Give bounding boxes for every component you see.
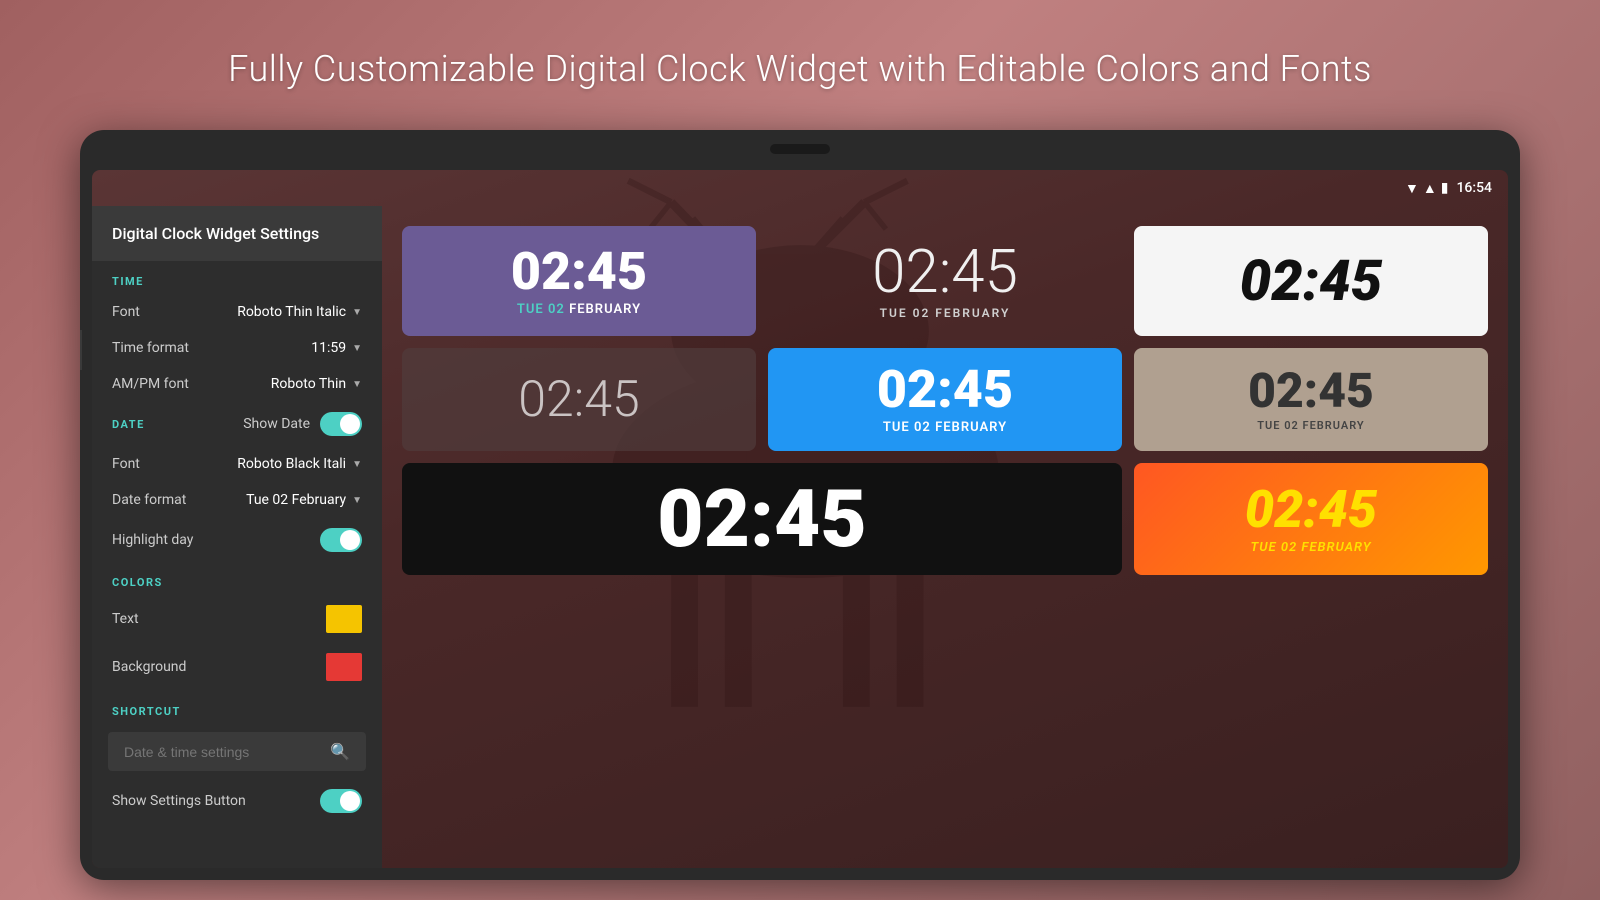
time-format-value[interactable]: 11:59 ▼ [311, 340, 362, 356]
tablet-side-button [80, 330, 82, 370]
date-font-arrow: ▼ [352, 459, 362, 470]
time-section-header: TIME [92, 261, 382, 294]
status-bar: ▼ ▲ ▮ 16:54 [1405, 170, 1508, 206]
font-row: Font Roboto Thin Italic ▼ [92, 294, 382, 330]
shortcut-search-row[interactable]: 🔍 [108, 732, 366, 771]
time-format-row: Time format 11:59 ▼ [92, 330, 382, 366]
text-color-swatch[interactable] [326, 605, 362, 633]
widget-white[interactable]: 02:45 [1134, 226, 1488, 336]
tablet-screen: ▼ ▲ ▮ 16:54 Digital Clock Widget Setting… [92, 170, 1508, 868]
time-format-arrow: ▼ [352, 343, 362, 354]
widget-purple[interactable]: 02:45 TUE 02 FEBRUARY [402, 226, 756, 336]
widget-semi-dark-time: 02:45 [518, 375, 639, 425]
tablet-camera [770, 144, 830, 154]
headline: Fully Customizable Digital Clock Widget … [0, 48, 1600, 90]
widget-plain-dark[interactable]: 02:45 TUE 02 FEBRUARY [768, 226, 1122, 336]
widget-black-large-time: 02:45 [657, 479, 867, 559]
widget-red-date: TUE 02 FEBRUARY [1250, 540, 1371, 555]
widget-blue-time: 02:45 [877, 364, 1013, 416]
status-icons: ▼ ▲ ▮ [1405, 180, 1448, 197]
widget-plain-dark-time: 02:45 [872, 242, 1018, 302]
widget-purple-date: TUE 02 FEBRUARY [517, 302, 641, 317]
wifi-icon: ▼ [1405, 180, 1419, 197]
widget-white-time: 02:45 [1240, 253, 1383, 309]
signal-icon: ▲ [1423, 180, 1437, 197]
date-format-value[interactable]: Tue 02 February ▼ [246, 492, 362, 508]
show-settings-button-toggle[interactable] [320, 789, 362, 813]
date-format-row: Date format Tue 02 February ▼ [92, 482, 382, 518]
search-icon: 🔍 [330, 742, 350, 761]
date-format-label: Date format [112, 492, 246, 508]
text-color-row: Text [92, 595, 382, 643]
background-color-label: Background [112, 659, 326, 675]
date-section-header: DATE [112, 418, 243, 431]
ampm-font-arrow: ▼ [352, 379, 362, 390]
date-font-label: Font [112, 456, 237, 472]
date-format-arrow: ▼ [352, 495, 362, 506]
ampm-font-label: AM/PM font [112, 376, 271, 392]
show-settings-button-row: Show Settings Button [92, 779, 382, 823]
widget-purple-time: 02:45 [511, 246, 647, 298]
settings-panel: Digital Clock Widget Settings TIME Font … [92, 206, 382, 868]
date-section-row: DATE Show Date [92, 402, 382, 446]
show-date-toggle[interactable] [320, 412, 362, 436]
font-dropdown-arrow: ▼ [352, 307, 362, 318]
highlight-day-label: Highlight day [112, 532, 320, 548]
widget-red[interactable]: 02:45 TUE 02 FEBRUARY [1134, 463, 1488, 575]
widget-black-large[interactable]: 02:45 [402, 463, 1122, 575]
show-date-label: Show Date [243, 416, 310, 432]
colors-section-header: COLORS [92, 562, 382, 595]
ampm-font-value[interactable]: Roboto Thin ▼ [271, 376, 362, 392]
widget-semi-dark[interactable]: 02:45 [402, 348, 756, 451]
font-label: Font [112, 304, 237, 320]
show-settings-button-label: Show Settings Button [112, 793, 320, 809]
widget-tan-date: TUE 02 FEBRUARY [1257, 419, 1364, 432]
date-font-value[interactable]: Roboto Black Itali ▼ [237, 456, 362, 472]
shortcut-search-input[interactable] [124, 744, 330, 760]
highlight-day-row: Highlight day [92, 518, 382, 562]
background-color-row: Background [92, 643, 382, 691]
text-color-label: Text [112, 611, 326, 627]
ampm-font-row: AM/PM font Roboto Thin ▼ [92, 366, 382, 402]
shortcut-section-header: SHORTCUT [92, 691, 382, 724]
settings-title: Digital Clock Widget Settings [92, 206, 382, 261]
time-format-label: Time format [112, 340, 311, 356]
battery-icon: ▮ [1441, 180, 1449, 196]
highlight-day-toggle[interactable] [320, 528, 362, 552]
status-time: 16:54 [1456, 180, 1492, 196]
widget-tan[interactable]: 02:45 TUE 02 FEBRUARY [1134, 348, 1488, 451]
widget-plain-dark-date: TUE 02 FEBRUARY [880, 306, 1011, 320]
tablet-frame: ▼ ▲ ▮ 16:54 Digital Clock Widget Setting… [80, 130, 1520, 880]
font-value[interactable]: Roboto Thin Italic ▼ [237, 304, 362, 320]
widget-blue[interactable]: 02:45 TUE 02 FEBRUARY [768, 348, 1122, 451]
widget-red-time: 02:45 [1245, 484, 1377, 536]
date-font-row: Font Roboto Black Itali ▼ [92, 446, 382, 482]
widget-tan-time: 02:45 [1248, 367, 1374, 415]
widget-blue-date: TUE 02 FEBRUARY [883, 420, 1007, 435]
background-color-swatch[interactable] [326, 653, 362, 681]
widgets-area: 02:45 TUE 02 FEBRUARY 02:45 TUE 02 FEBRU… [382, 206, 1508, 868]
